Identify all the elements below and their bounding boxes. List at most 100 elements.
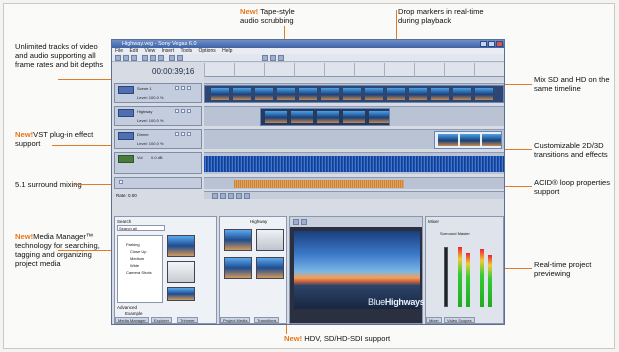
level-meter xyxy=(480,249,484,307)
audio-waveform[interactable] xyxy=(204,156,504,172)
zoom-tool-icon[interactable] xyxy=(278,55,284,61)
leader-media-manager xyxy=(58,250,114,251)
mixer-panel: Mixer Surround Master Mixer Video Scopes xyxy=(425,216,504,324)
close-button[interactable] xyxy=(496,41,503,47)
surround-panner-icon[interactable] xyxy=(119,180,123,184)
audio-track-header[interactable]: Vol 0.0 dB xyxy=(114,152,202,174)
video-clip[interactable] xyxy=(434,131,502,149)
media-thumbnail[interactable] xyxy=(167,235,195,257)
track-header-3[interactable]: Dinner Level: 100.0 % xyxy=(114,129,202,149)
stop-icon[interactable] xyxy=(244,193,250,199)
solo-icon[interactable] xyxy=(181,132,185,136)
audio-lane-2[interactable] xyxy=(204,177,504,189)
media-thumbnail[interactable] xyxy=(224,257,252,279)
level-meter xyxy=(466,253,470,307)
media-tree[interactable]: Parking Close Up Medium Wide Camera Shot… xyxy=(117,235,163,303)
preview-image: BlueHighways xyxy=(294,231,425,309)
redo-icon[interactable] xyxy=(177,55,183,61)
paste-icon[interactable] xyxy=(158,55,164,61)
search-input[interactable]: Search all xyxy=(117,225,165,231)
fx-icon[interactable] xyxy=(187,132,191,136)
track-color-swatch xyxy=(118,132,134,140)
mute-icon[interactable] xyxy=(175,109,179,113)
master-fader[interactable] xyxy=(444,247,448,307)
surround-master-label: Surround Master xyxy=(440,231,470,236)
solo-icon[interactable] xyxy=(181,109,185,113)
tab-video-scopes[interactable]: Video Scopes xyxy=(444,317,475,323)
minimize-button[interactable] xyxy=(480,41,487,47)
marker-bar[interactable] xyxy=(204,77,504,81)
tree-item-medium[interactable]: Medium xyxy=(130,256,144,261)
fx-icon[interactable] xyxy=(187,109,191,113)
pause-icon[interactable] xyxy=(236,193,242,199)
undo-icon[interactable] xyxy=(169,55,175,61)
tab-project-media[interactable]: Project Media xyxy=(220,317,251,323)
track-color-swatch xyxy=(118,109,134,117)
tree-item-close-up[interactable]: Close Up xyxy=(130,249,146,254)
media-thumbnail[interactable] xyxy=(256,257,284,279)
window-title: Highway.veg - Sony Vegas 6.0 xyxy=(122,41,197,47)
cut-icon[interactable] xyxy=(142,55,148,61)
callout-unlimited-tracks: Unlimited tracks of video and audio supp… xyxy=(15,42,104,69)
search-label: Search xyxy=(117,219,132,224)
media-preview-panel: Highway Project Media Transitions xyxy=(219,216,287,324)
timeline-ruler[interactable] xyxy=(204,63,504,77)
mute-icon[interactable] xyxy=(175,86,179,90)
media-thumbnail[interactable] xyxy=(167,261,195,283)
window-titlebar: Highway.veg - Sony Vegas 6.0 xyxy=(112,40,504,48)
tree-item-wide[interactable]: Wide xyxy=(130,263,139,268)
mute-icon[interactable] xyxy=(175,132,179,136)
track-level: Level: 100.0 % xyxy=(137,141,164,146)
edit-tool-icon[interactable] xyxy=(262,55,268,61)
open-file-icon[interactable] xyxy=(123,55,129,61)
tab-explorer[interactable]: Explorer xyxy=(151,317,172,323)
timecode-display: 00:00:39;16 xyxy=(152,67,195,76)
preview-label: Highway xyxy=(250,219,268,224)
leader-mix-sd-hd xyxy=(504,84,532,85)
preview-quality-icon[interactable] xyxy=(301,219,307,225)
leader-surround xyxy=(74,184,114,185)
preview-brand-text: BlueHighways xyxy=(368,297,425,307)
solo-icon[interactable] xyxy=(181,86,185,90)
envelope-tool-icon[interactable] xyxy=(270,55,276,61)
video-lane-1[interactable] xyxy=(204,83,504,103)
play-icon[interactable] xyxy=(228,193,234,199)
copy-icon[interactable] xyxy=(150,55,156,61)
fx-icon[interactable] xyxy=(187,86,191,90)
audio-volume-label: Vol xyxy=(137,155,143,160)
media-manager-panel: Search Search all Parking Close Up Mediu… xyxy=(114,216,217,324)
tree-item-parking[interactable]: Parking xyxy=(126,242,140,247)
preview-settings-icon[interactable] xyxy=(293,219,299,225)
leader-vst-plugin xyxy=(52,145,112,146)
video-clip[interactable] xyxy=(260,108,390,126)
surround-track-header[interactable] xyxy=(114,177,202,189)
vegas-window: Highway.veg - Sony Vegas 6.0 File Edit V… xyxy=(111,39,505,325)
save-file-icon[interactable] xyxy=(131,55,137,61)
tab-transitions[interactable]: Transitions xyxy=(254,317,280,323)
video-lane-2[interactable] xyxy=(204,106,504,126)
media-thumbnail[interactable] xyxy=(167,287,195,301)
record-icon[interactable] xyxy=(212,193,218,199)
callout-drop-markers: Drop markers in real-time during playbac… xyxy=(398,7,484,25)
maximize-button[interactable] xyxy=(488,41,495,47)
track-header-1[interactable]: Scene 1 Level: 100.0 % xyxy=(114,83,202,103)
callout-hdv: New! HDV, SD/HD-SDI support xyxy=(284,334,391,343)
acid-loop-clip[interactable] xyxy=(234,180,404,188)
loop-icon[interactable] xyxy=(220,193,226,199)
leader-hdv xyxy=(286,325,287,334)
track-name: Scene 1 xyxy=(137,86,152,91)
advanced-label[interactable]: Advanced xyxy=(117,305,137,310)
tab-trimmer[interactable]: Trimmer xyxy=(177,317,198,323)
tab-media-manager[interactable]: Media Manager xyxy=(115,317,149,323)
media-thumbnail[interactable] xyxy=(224,229,252,251)
audio-lane-1[interactable] xyxy=(204,152,504,174)
tree-item-camera-shots[interactable]: Camera Shots xyxy=(126,270,152,275)
track-header-2[interactable]: Highway Level: 100.0 % xyxy=(114,106,202,126)
video-clip[interactable] xyxy=(204,85,504,103)
media-thumbnail[interactable] xyxy=(256,229,284,251)
new-file-icon[interactable] xyxy=(115,55,121,61)
tab-mixer[interactable]: Mixer xyxy=(426,317,442,323)
video-lane-3[interactable] xyxy=(204,129,504,149)
preview-toolbar xyxy=(290,217,422,227)
main-toolbar xyxy=(112,54,504,62)
